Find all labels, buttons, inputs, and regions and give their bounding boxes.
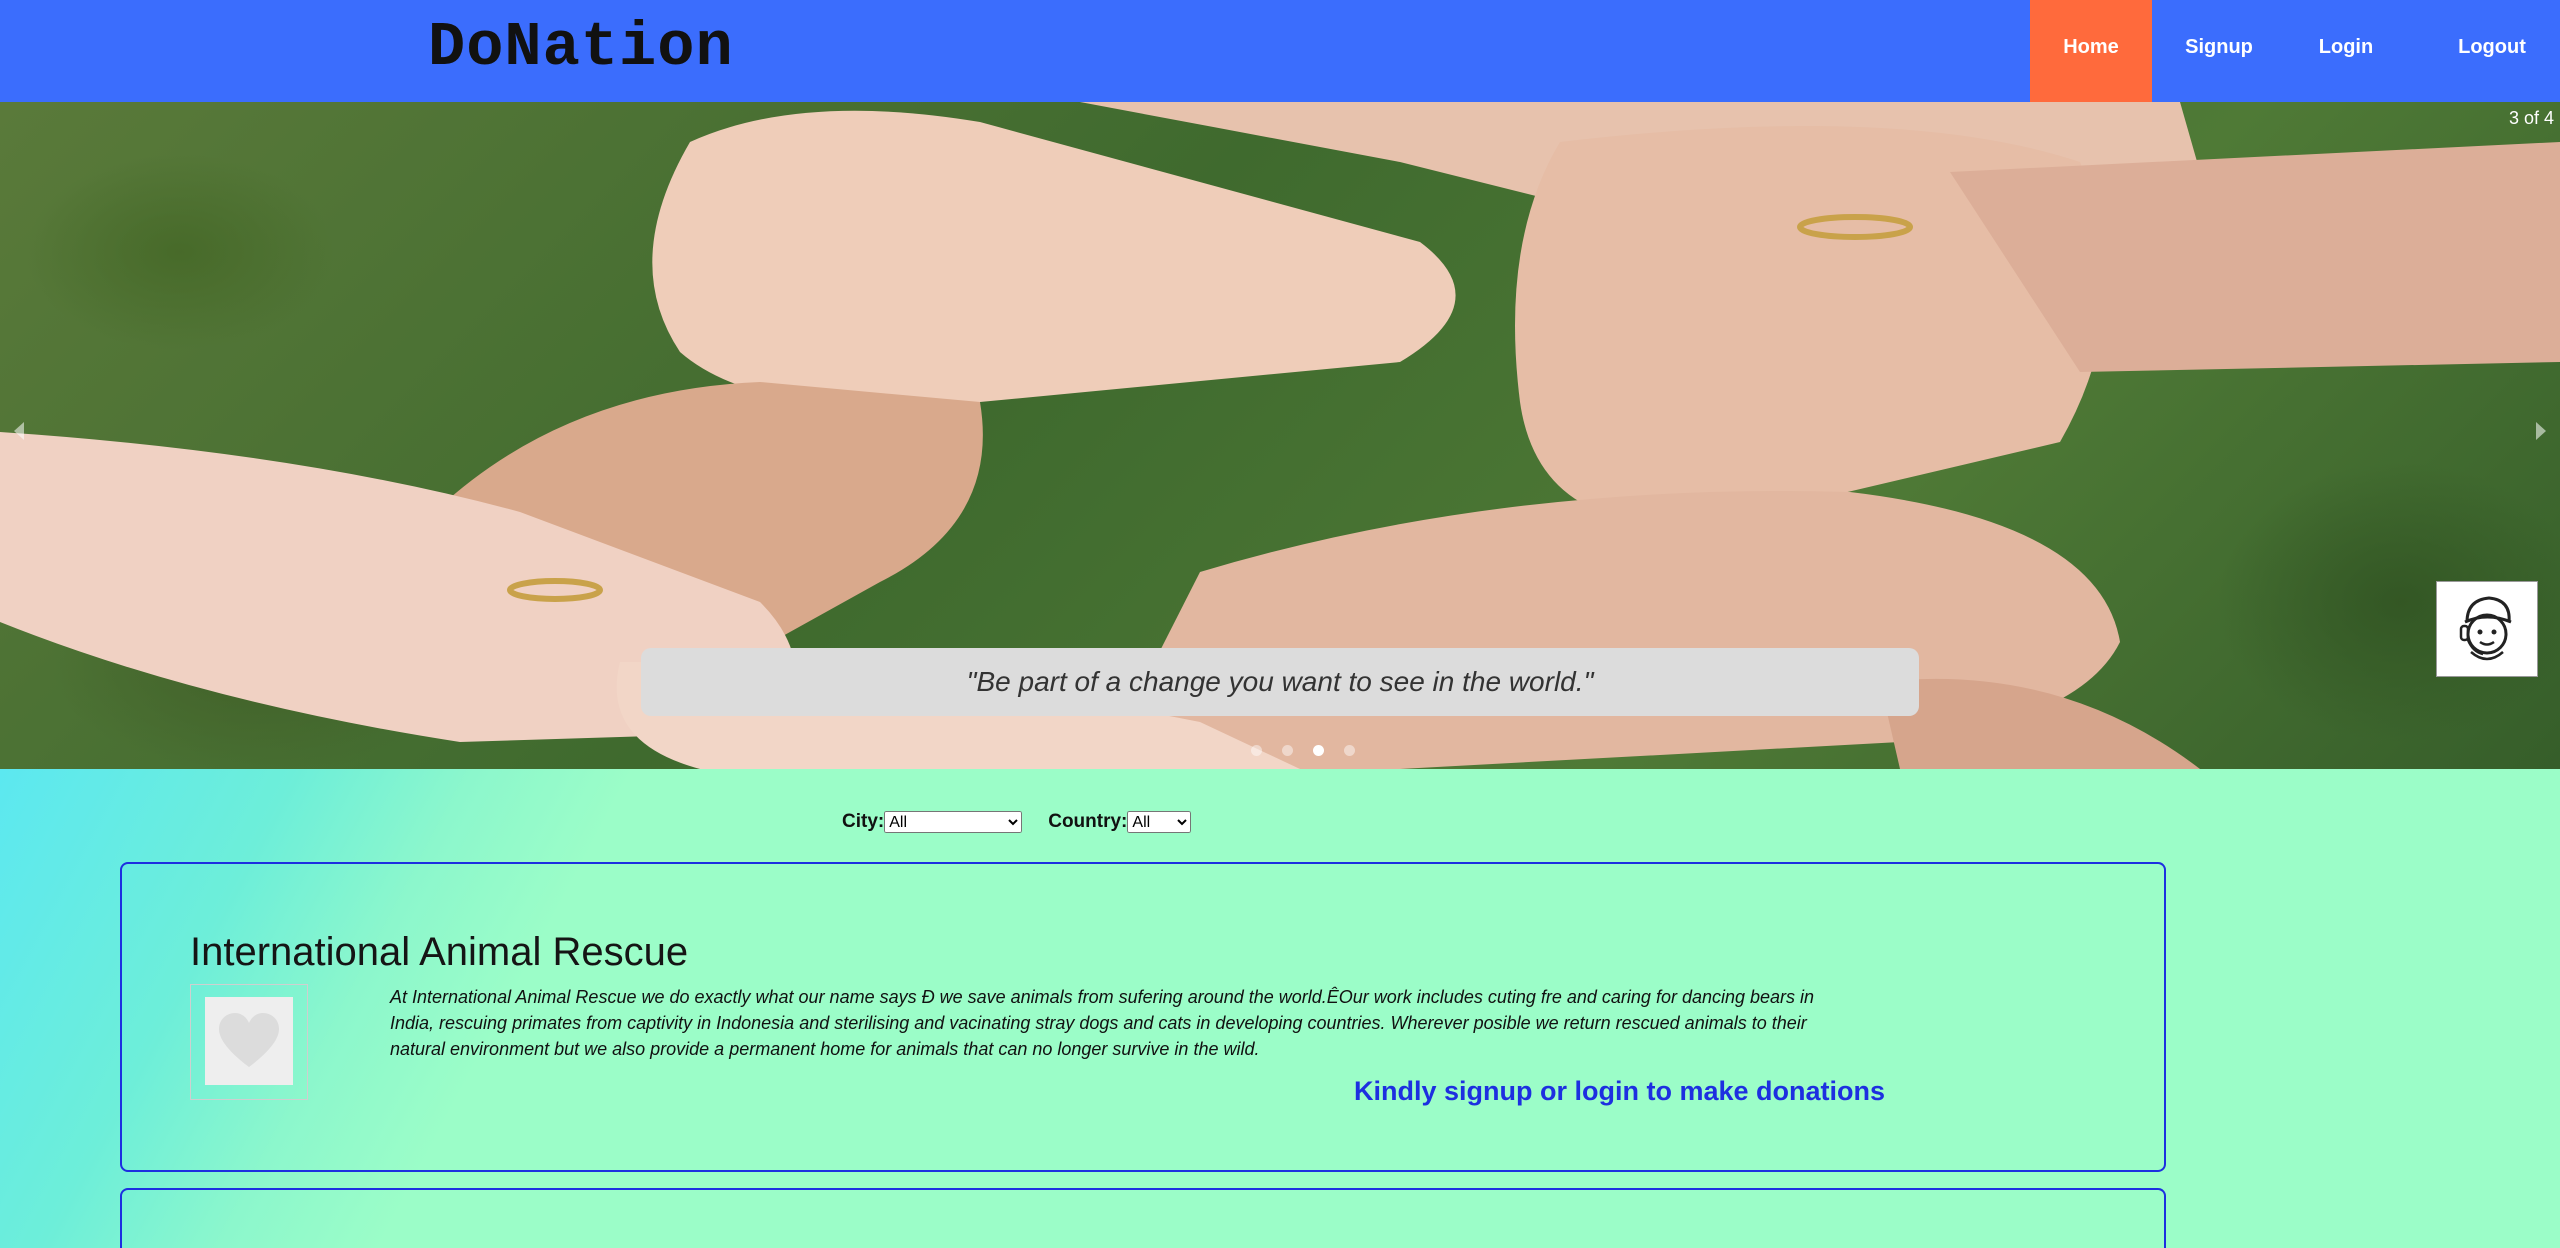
- organization-card: International Animal Rescue At Internati…: [120, 862, 2166, 1172]
- signup-login-prompt[interactable]: Kindly signup or login to make donations: [1354, 1076, 1885, 1107]
- hero-carousel: 3 of 4 "Be part of a change you want to …: [0, 102, 2560, 769]
- carousel-dot-2[interactable]: [1282, 745, 1293, 756]
- organization-card: [120, 1188, 2166, 1248]
- chat-assistant-button[interactable]: [2436, 581, 2538, 677]
- organization-description: At International Animal Rescue we do exa…: [390, 987, 1815, 1059]
- brand-logo[interactable]: DoNation: [428, 8, 734, 88]
- organizations-section: City: All Country: All International Animal…: [0, 769, 2560, 1248]
- chatbot-avatar-icon: [2459, 596, 2512, 661]
- carousel-dot-3[interactable]: [1313, 745, 1324, 756]
- chevron-right-icon[interactable]: [2536, 422, 2546, 440]
- slide-counter: 3 of 4: [2508, 108, 2554, 128]
- country-filter-label: Country:: [1048, 811, 1128, 833]
- carousel-caption: "Be part of a change you want to see in …: [641, 648, 1919, 716]
- heart-icon: [219, 1013, 279, 1067]
- nav-home[interactable]: Home: [2030, 0, 2152, 102]
- country-select[interactable]: All: [1127, 811, 1192, 833]
- carousel-dot-1[interactable]: [1251, 745, 1262, 756]
- organization-image: [190, 984, 308, 1100]
- nav-signup[interactable]: Signup: [2152, 0, 2286, 102]
- city-select[interactable]: All: [884, 811, 1023, 833]
- carousel-indicators: [1251, 743, 1375, 757]
- organization-name: International Animal Rescue: [190, 930, 689, 974]
- carousel-dot-4[interactable]: [1344, 745, 1355, 756]
- filter-bar: City: All Country: All: [842, 811, 1192, 833]
- navbar: DoNation Home Signup Login Logout: [0, 0, 2560, 102]
- nav-logout[interactable]: Logout: [2440, 0, 2544, 102]
- nav-login[interactable]: Login: [2286, 0, 2406, 102]
- city-filter-label: City:: [842, 811, 885, 833]
- chevron-left-icon[interactable]: [14, 422, 24, 440]
